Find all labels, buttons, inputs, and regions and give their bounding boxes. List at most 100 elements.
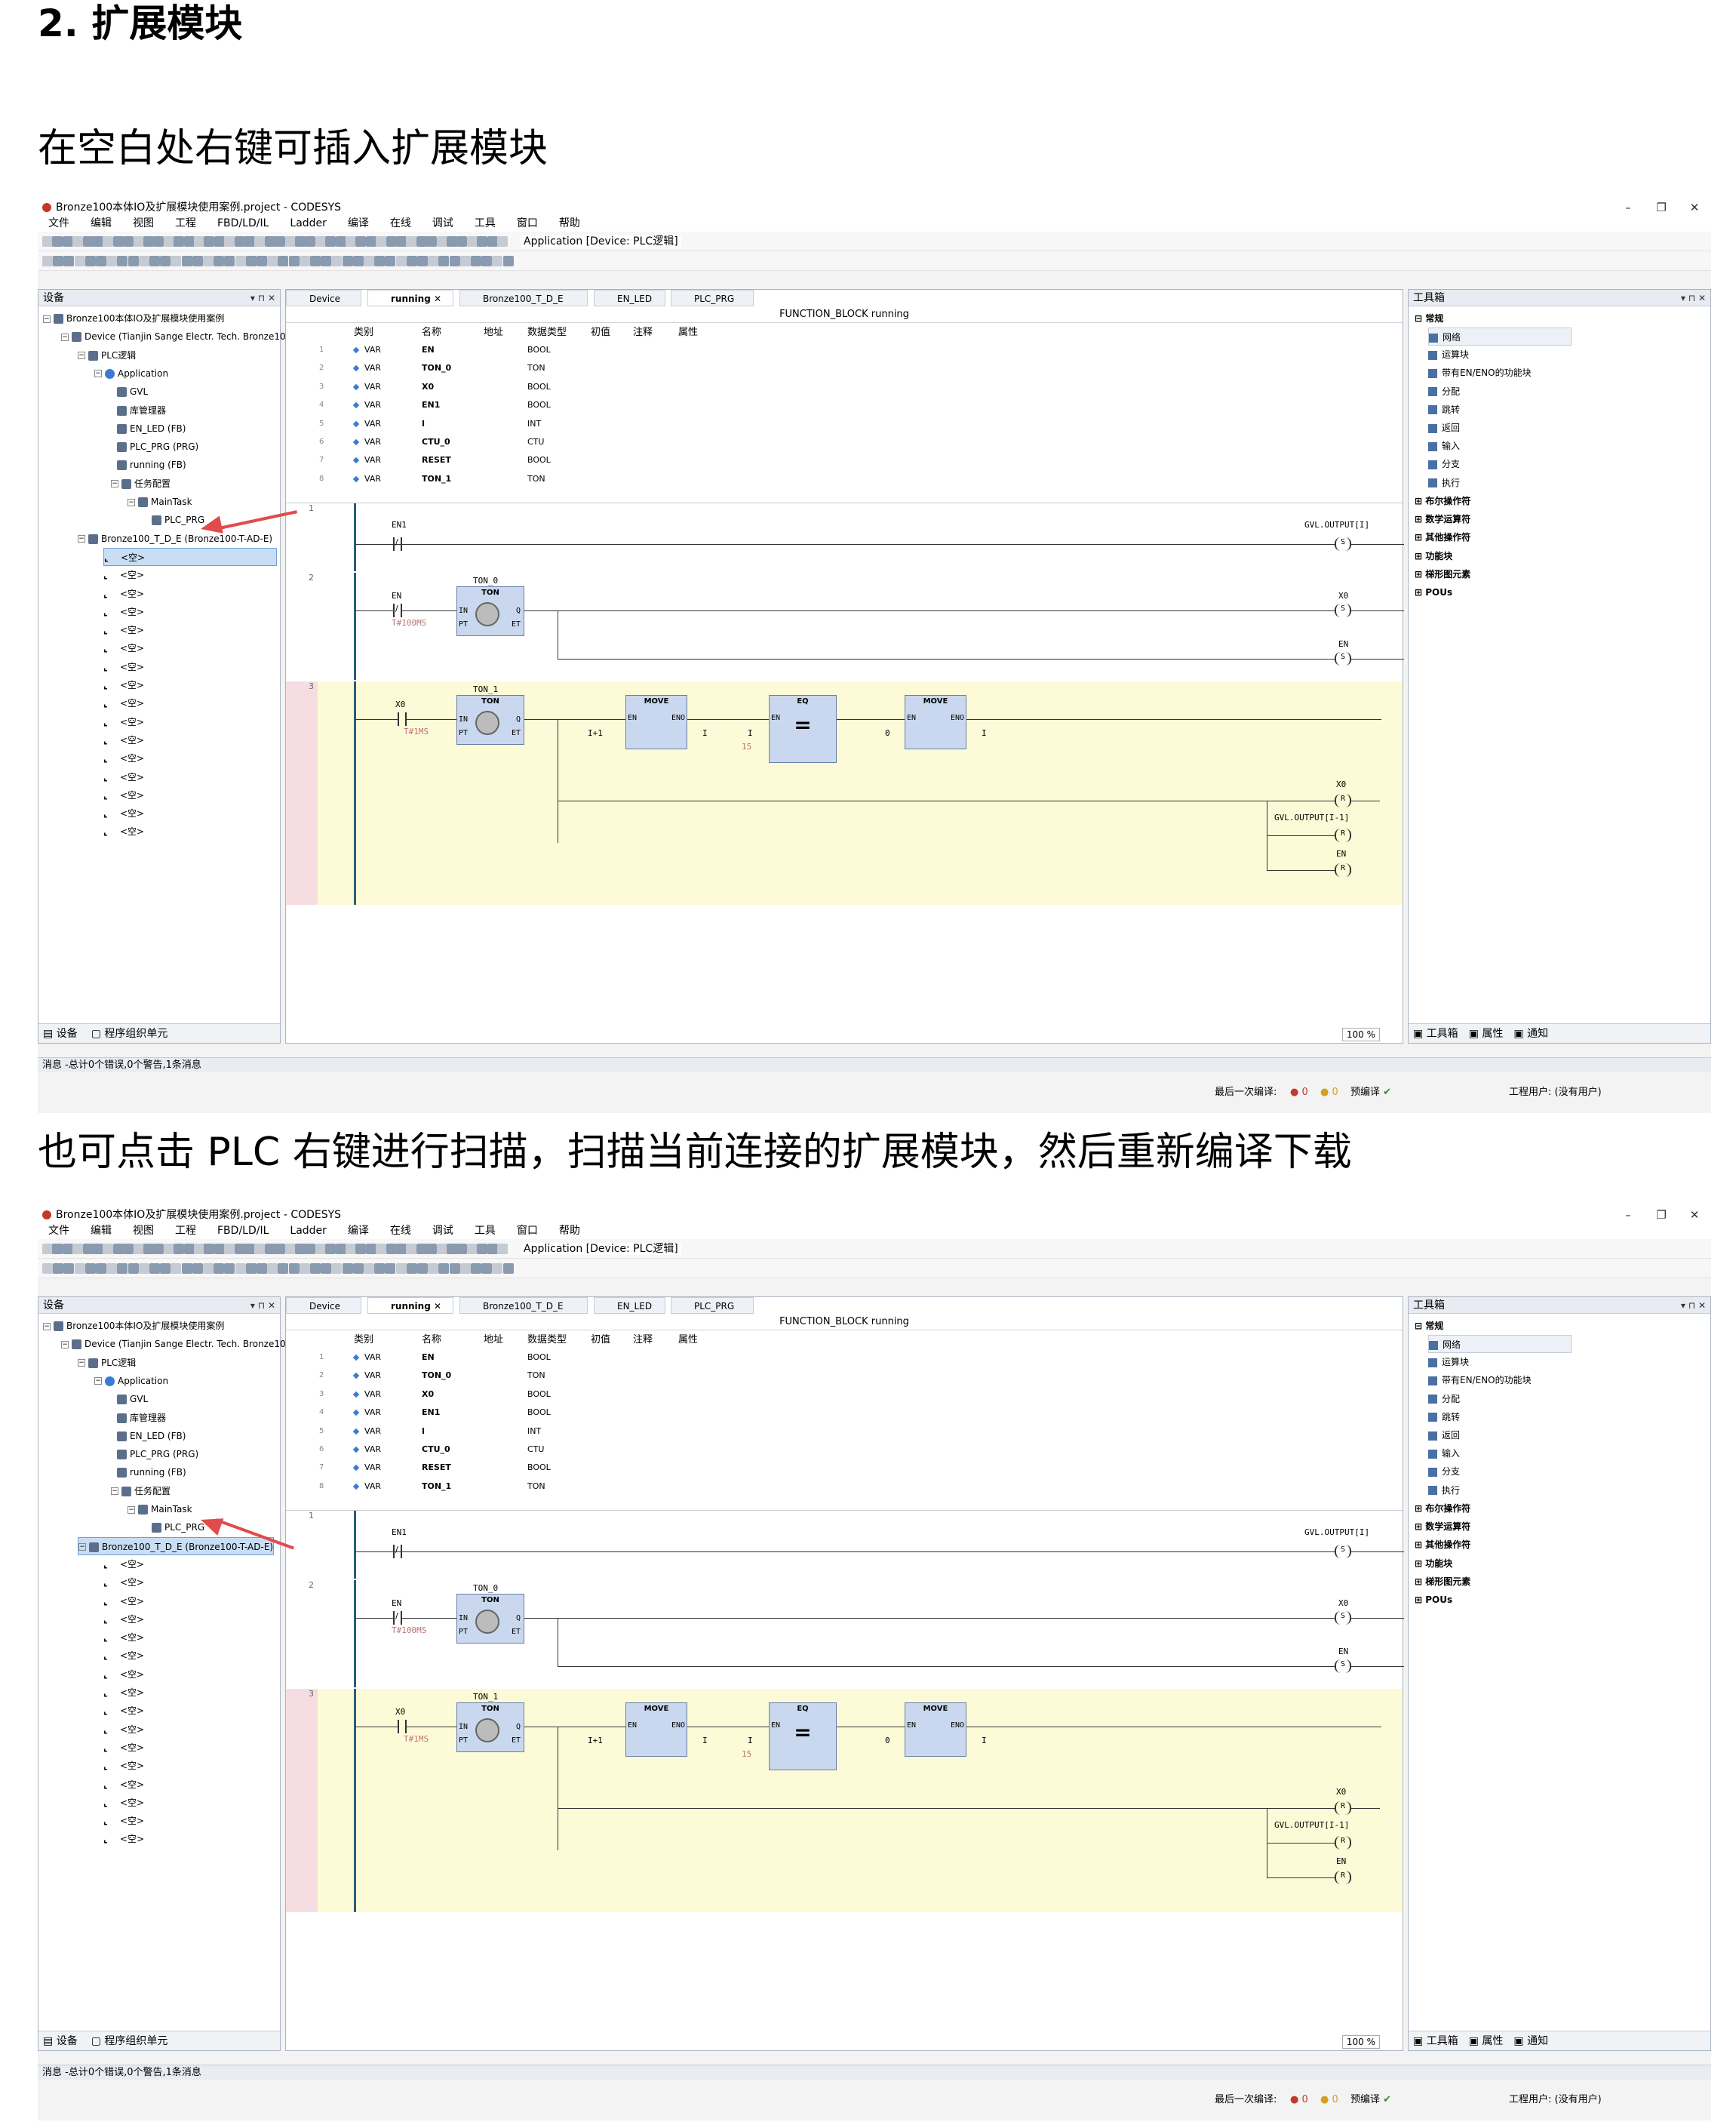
reset-coil[interactable]: R xyxy=(1335,829,1351,842)
toolbar-icon[interactable] xyxy=(174,1244,185,1254)
menu-item[interactable]: 工程 xyxy=(164,1222,207,1239)
tree-node-empty-slot[interactable]: ⌞ <空> xyxy=(103,1776,144,1794)
toolbar-icon[interactable] xyxy=(194,1244,204,1254)
ladder-network-2[interactable]: 2 TON_0 EN / T#100MS TON IN PT Q ET X0 S EN S xyxy=(286,573,1404,680)
toolbar-icon[interactable] xyxy=(181,1263,192,1274)
set-coil[interactable]: S xyxy=(1335,604,1351,617)
toolbar-icon[interactable] xyxy=(254,236,266,247)
tree-node-task-config[interactable]: − 任务配置 xyxy=(111,1482,171,1500)
tab-close-icon[interactable]: ✕ xyxy=(434,1301,441,1312)
toolbar-icon[interactable] xyxy=(82,236,94,247)
toolbar-icon[interactable] xyxy=(305,236,316,247)
error-count[interactable]: ● 0 xyxy=(1290,2092,1308,2108)
toolbar-icon[interactable] xyxy=(183,1244,195,1254)
toolbar-icon[interactable] xyxy=(395,1263,407,1274)
ladder-network-1[interactable]: 1 EN1/GVL.OUTPUT[I] S xyxy=(286,503,1404,571)
toolbar-icon[interactable] xyxy=(395,256,407,266)
toolbox-item[interactable]: 运算块 xyxy=(1428,346,1469,364)
toolbar-icon[interactable] xyxy=(133,236,144,247)
toolbar-icon[interactable] xyxy=(244,1244,255,1254)
menu-item[interactable]: 调试 xyxy=(422,1222,464,1239)
toolbar-icon[interactable] xyxy=(52,236,63,247)
tree-node-task-plc-prg[interactable]: PLC_PRG xyxy=(152,1518,204,1536)
toolbar-icon[interactable] xyxy=(310,1263,321,1274)
toolbar-icon[interactable] xyxy=(299,256,310,266)
toolbar-icon[interactable] xyxy=(436,1244,447,1254)
toolbar-icon[interactable] xyxy=(143,236,154,247)
toolbar-icon[interactable] xyxy=(386,236,397,247)
devices-tab[interactable]: ▤ 设备 xyxy=(43,2035,78,2047)
tree-node-empty-slot[interactable]: ⌞ <空> xyxy=(103,585,144,603)
toolbox-item[interactable]: 输入 xyxy=(1428,1444,1460,1462)
toolbar-icon[interactable] xyxy=(171,256,182,266)
table-column-header[interactable]: 地址 xyxy=(484,324,503,341)
toolbar-icon[interactable] xyxy=(160,1263,171,1274)
toolbar-icon[interactable] xyxy=(406,236,417,247)
toolbar-icon[interactable] xyxy=(96,1263,106,1274)
toolbar-icon[interactable] xyxy=(342,256,353,266)
tree-expander-icon[interactable]: − xyxy=(94,1377,102,1385)
tree-node-plc-logic[interactable]: − PLC逻辑 xyxy=(78,1354,136,1372)
toolbar-icon[interactable] xyxy=(53,1263,64,1274)
set-coil[interactable]: S xyxy=(1335,1545,1351,1558)
toolbar-icon[interactable] xyxy=(376,236,387,247)
toolbox-item[interactable]: 跳转 xyxy=(1428,401,1460,419)
reset-coil[interactable]: R xyxy=(1335,1836,1351,1850)
eq-comparator-block[interactable]: EQ EN = xyxy=(769,1702,837,1770)
active-application-combo[interactable]: Application [Device: PLC逻辑] xyxy=(521,235,681,248)
messages-bar[interactable]: 消息 -总计0个错误,0个警告,1条消息 xyxy=(38,1057,1711,1072)
toolbar-icon[interactable] xyxy=(295,236,306,247)
toolbar-icon[interactable] xyxy=(63,1263,75,1274)
toolbox-category[interactable]: ⊞ 布尔操作符 xyxy=(1415,1499,1470,1518)
toolbox-item[interactable]: 返回 xyxy=(1428,419,1460,437)
tree-node-empty-slot[interactable]: ⌞ <空> xyxy=(103,1628,144,1647)
toolbar-icon[interactable] xyxy=(449,256,460,266)
reset-coil[interactable]: R xyxy=(1335,863,1351,877)
toolbar-icon[interactable] xyxy=(352,256,364,266)
tree-node-root[interactable]: − Bronze100本体IO及扩展模块使用案例 xyxy=(43,309,224,328)
move-block-1[interactable]: MOVE EN ENO xyxy=(625,695,687,749)
toolbar-icon[interactable] xyxy=(62,236,73,247)
tree-expander-icon[interactable]: − xyxy=(78,352,85,360)
tree-node-main-task[interactable]: − MainTask xyxy=(128,1500,192,1518)
toolbar-icon[interactable] xyxy=(74,1263,85,1274)
tree-node-library-manager[interactable]: 库管理器 xyxy=(117,401,166,420)
toolbox-item[interactable]: 分支 xyxy=(1428,455,1460,473)
toolbar-icon[interactable] xyxy=(352,1263,364,1274)
precompile-status[interactable]: 预编译 ✔ xyxy=(1350,2092,1391,2108)
toolbar-icon[interactable] xyxy=(194,236,204,247)
panel-controls[interactable]: ▾ ⊓ ✕ xyxy=(1681,290,1706,306)
tree-node-empty-slot[interactable]: ⌞ <空> xyxy=(103,1555,144,1573)
set-coil[interactable]: S xyxy=(1335,1659,1351,1673)
toolbox-footer-tab[interactable]: ▣ 通知 xyxy=(1513,1028,1548,1040)
toolbar-icon[interactable] xyxy=(449,1263,460,1274)
toolbar-icon[interactable] xyxy=(254,1244,266,1254)
toolbar-icon[interactable] xyxy=(502,256,514,266)
toolbar-icon[interactable] xyxy=(481,1263,493,1274)
toolbar-icon[interactable] xyxy=(396,1244,407,1254)
toolbar-icon[interactable] xyxy=(123,236,134,247)
close-button[interactable]: ✕ xyxy=(1678,200,1711,215)
toolbar-icon[interactable] xyxy=(181,256,192,266)
tree-node-empty-slot[interactable]: ⌞ <空> xyxy=(103,1757,144,1775)
table-column-header[interactable]: 类别 xyxy=(354,1332,373,1348)
toolbar-icon[interactable] xyxy=(447,236,457,247)
toolbar-icon[interactable] xyxy=(497,236,508,247)
toolbar-icon[interactable] xyxy=(438,1263,450,1274)
toolbar-icon[interactable] xyxy=(417,1263,428,1274)
toolbar-icon[interactable] xyxy=(502,1263,514,1274)
toolbar-icon[interactable] xyxy=(471,256,481,266)
toolbar-icon[interactable] xyxy=(396,236,407,247)
toolbar-icon[interactable] xyxy=(492,1263,503,1274)
toolbar-icon[interactable] xyxy=(406,1263,417,1274)
toolbar-icon[interactable] xyxy=(93,1244,103,1254)
toolbar-icon[interactable] xyxy=(245,1263,257,1274)
tree-node-empty-slot[interactable]: ⌞ <空> xyxy=(103,804,144,823)
menu-item[interactable]: FBD/LD/IL xyxy=(207,215,279,232)
set-coil[interactable]: S xyxy=(1335,1611,1351,1625)
toolbar-icon[interactable] xyxy=(42,1244,53,1254)
toolbar-icon[interactable] xyxy=(416,236,427,247)
tree-expander-icon[interactable]: − xyxy=(111,480,118,488)
contact[interactable] xyxy=(398,712,407,726)
tree-node-empty-slot[interactable]: ⌞ <空> xyxy=(103,1665,144,1684)
